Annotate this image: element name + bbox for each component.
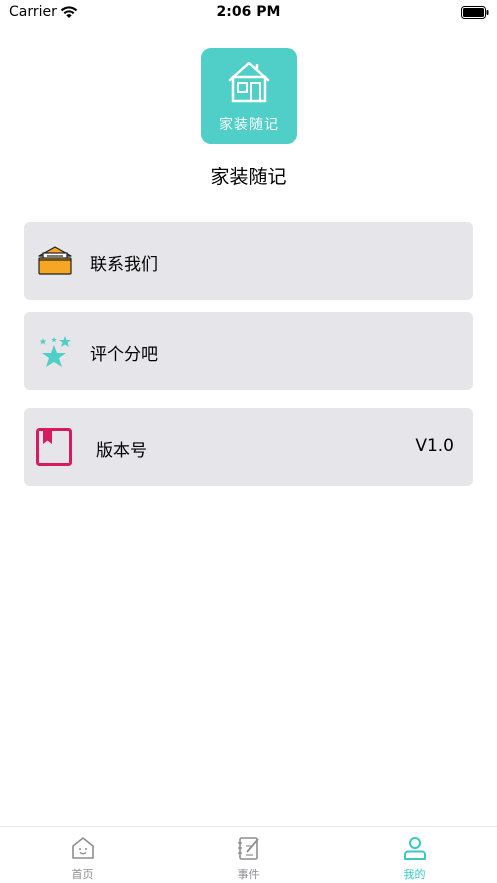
- tab-label: 事件: [237, 868, 260, 881]
- status-bar: Carrier 2:06 PM: [0, 0, 497, 26]
- house-icon: [228, 61, 270, 103]
- battery-icon: [461, 6, 489, 19]
- menu-item-rate-us[interactable]: 评个分吧: [24, 312, 473, 390]
- tab-events[interactable]: 事件: [166, 827, 331, 883]
- tab-mine[interactable]: 我的: [332, 827, 497, 883]
- home-icon: [72, 837, 94, 859]
- bookmark-icon: [36, 428, 72, 466]
- version-value: V1.0: [415, 436, 454, 456]
- status-time: 2:06 PM: [216, 4, 281, 20]
- tab-label: 首页: [71, 868, 94, 881]
- stars-icon: [39, 336, 71, 367]
- menu-item-version[interactable]: 版本号 V1.0: [24, 408, 473, 486]
- person-icon: [404, 837, 426, 860]
- menu-item-label: 评个分吧: [90, 345, 158, 365]
- tab-bar: 首页 事件 我的: [0, 826, 497, 883]
- menu-item-label: 联系我们: [90, 255, 158, 275]
- app-name: 家装随记: [210, 166, 287, 188]
- profile-screen: Carrier 2:06 PM 家装随记 家装随记 联系我们 评个分吧 版本号 …: [0, 0, 497, 883]
- logo-text: 家装随记: [219, 117, 279, 133]
- menu-item-contact-us[interactable]: 联系我们: [24, 222, 473, 300]
- mail-icon: [38, 246, 72, 275]
- tab-home[interactable]: 首页: [0, 827, 165, 883]
- menu-item-label: 版本号: [96, 441, 147, 461]
- app-logo: 家装随记: [201, 48, 297, 144]
- notebook-icon: [238, 837, 259, 860]
- tab-label: 我的: [403, 868, 426, 881]
